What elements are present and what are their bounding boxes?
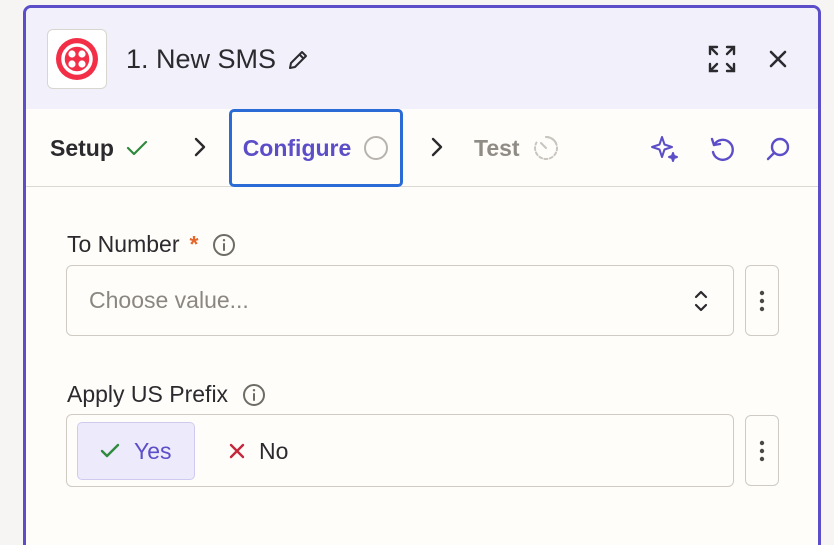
apply-us-prefix-toggle: Yes No <box>66 414 734 487</box>
ai-sparkle-button[interactable] <box>649 133 681 165</box>
tab-test[interactable]: Test <box>474 109 560 187</box>
search-icon <box>766 137 790 161</box>
undo-icon <box>710 137 734 161</box>
pending-circle-icon <box>364 136 389 160</box>
sparkle-icon <box>651 136 678 162</box>
to-number-select[interactable]: Choose value... <box>66 265 734 336</box>
more-vertical-icon <box>759 440 765 461</box>
option-yes[interactable]: Yes <box>77 422 195 480</box>
apply-us-prefix-label-text: Apply US Prefix <box>67 381 229 407</box>
more-vertical-icon <box>759 290 765 311</box>
info-icon[interactable] <box>242 383 266 407</box>
apply-us-prefix-more-button[interactable] <box>745 415 779 486</box>
step-title-text: 1. New SMS <box>126 44 277 74</box>
checkmark-icon <box>126 140 147 156</box>
info-icon[interactable] <box>212 233 236 257</box>
step-title: 1. New SMS <box>126 44 310 75</box>
twilio-logo-icon <box>47 29 107 89</box>
to-number-placeholder: Choose value... <box>89 287 249 313</box>
tab-configure[interactable]: Configure <box>229 109 403 187</box>
chevron-right-icon <box>193 136 207 158</box>
close-icon <box>769 50 787 68</box>
chevron-up-down-icon <box>693 288 709 314</box>
step-editor-panel: 1. New SMS Setup Configure Test To Numbe… <box>23 5 821 545</box>
pencil-icon[interactable] <box>286 48 310 72</box>
apply-us-prefix-label: Apply US Prefix <box>67 381 266 408</box>
checkmark-icon <box>100 443 120 458</box>
to-number-label-text: To Number <box>67 231 180 257</box>
tab-test-label: Test <box>474 134 520 161</box>
expand-button[interactable] <box>705 42 739 76</box>
to-number-more-button[interactable] <box>745 265 779 336</box>
option-yes-label: Yes <box>134 437 172 464</box>
step-header: 1. New SMS <box>26 8 818 109</box>
timer-icon <box>533 135 558 160</box>
to-number-label: To Number * <box>67 231 236 258</box>
close-button[interactable] <box>761 42 795 76</box>
step-tabs: Setup Configure Test <box>26 109 818 187</box>
required-marker: * <box>189 231 199 257</box>
expand-icon <box>708 45 736 73</box>
tab-setup[interactable]: Setup <box>50 109 148 187</box>
option-no[interactable]: No <box>207 422 310 480</box>
tab-configure-label: Configure <box>242 134 352 161</box>
undo-button[interactable] <box>706 133 738 165</box>
x-mark-icon <box>229 443 245 459</box>
chevron-right-icon <box>430 136 444 158</box>
tab-setup-label: Setup <box>50 134 114 161</box>
search-button[interactable] <box>762 133 794 165</box>
option-no-label: No <box>259 437 289 464</box>
